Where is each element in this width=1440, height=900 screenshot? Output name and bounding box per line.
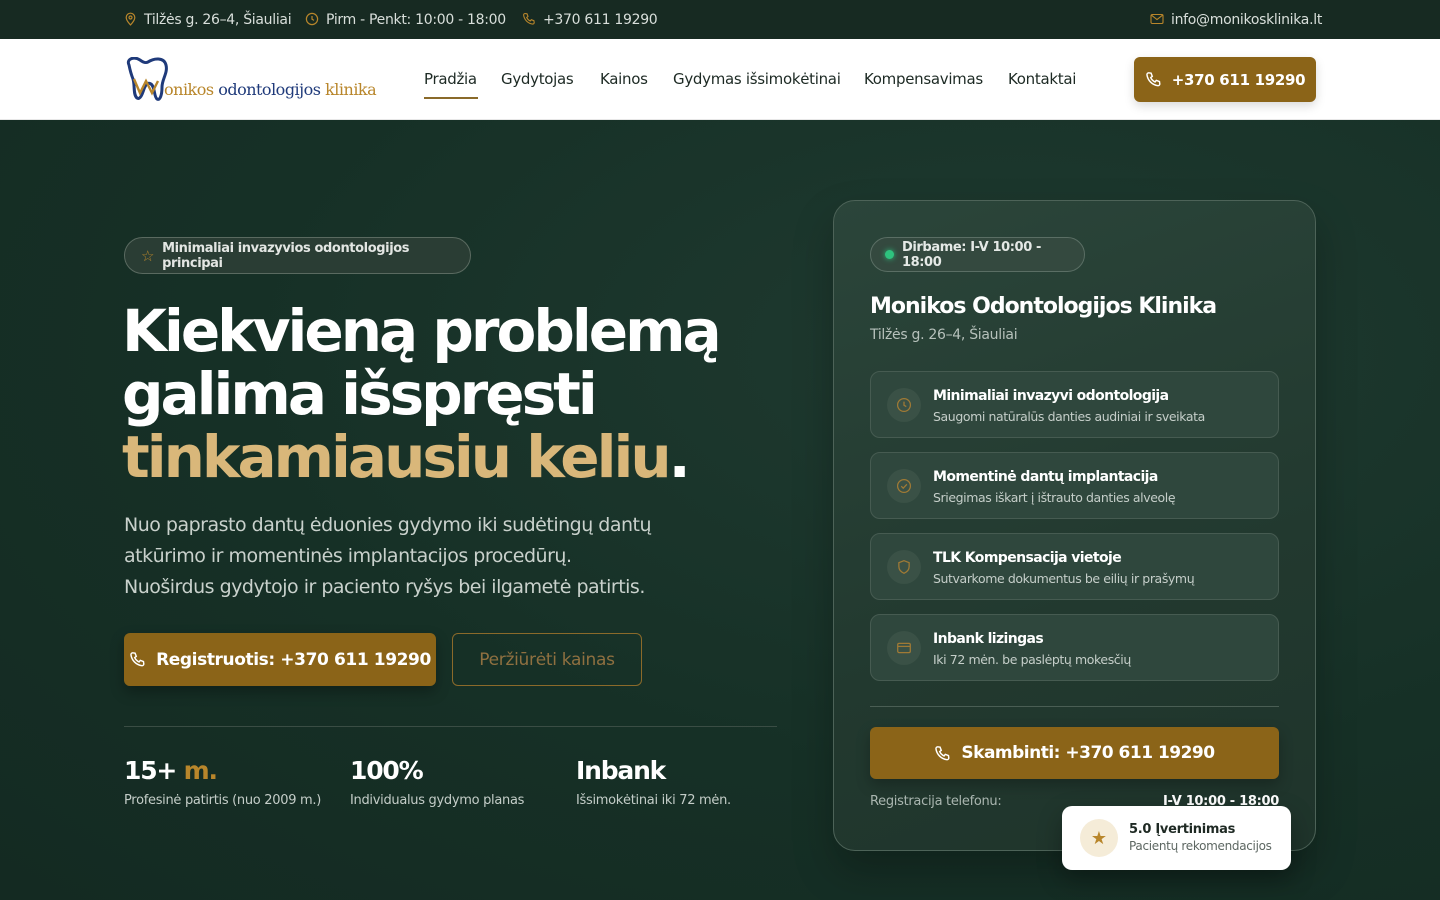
stat-label: Profesinė patirtis (nuo 2009 m.) — [124, 793, 321, 808]
phone-icon — [1145, 72, 1161, 87]
hero-title-dot: . — [668, 423, 691, 491]
feature-item: TLK Kompensacija vietoje Sutvarkome doku… — [870, 533, 1279, 600]
feature-item: Momentinė dantų implantacija Sriegimas i… — [870, 452, 1279, 519]
nav-call-label: +370 611 19290 — [1171, 70, 1306, 89]
feature-subtitle: Sutvarkome dokumentus be eilių ir prašym… — [933, 571, 1195, 586]
logo-text-part1: onikos — [164, 80, 214, 99]
hero-title-line1: Kiekvieną problemą — [122, 297, 722, 365]
topbar-address: Tilžės g. 26–4, Šiauliai — [124, 0, 292, 39]
nav-item-kompensavimas[interactable]: Kompensavimas — [864, 70, 983, 88]
feature-title: Minimaliai invazyvi odontologija — [933, 388, 1169, 404]
stat-value: 100% — [350, 756, 424, 785]
stat-experience: 15+ m. Profesinė patirtis (nuo 2009 m.) — [124, 756, 321, 808]
topbar-address-text: Tilžės g. 26–4, Šiauliai — [144, 11, 292, 28]
feature-item: Inbank lizingas Iki 72 mėn. be paslėptų … — [870, 614, 1279, 681]
registration-label: Registracija telefonu: — [870, 794, 1002, 809]
feature-title: Inbank lizingas — [933, 631, 1044, 647]
location-pin-icon — [124, 12, 137, 28]
feature-item: Minimaliai invazyvi odontologija Saugomi… — [870, 371, 1279, 438]
stat-unit: m. — [183, 756, 218, 785]
hero-badge: ☆ Minimaliai invazyvios odontologijos pr… — [124, 237, 471, 274]
phone-icon — [935, 745, 950, 760]
clinic-info-card: Dirbame: I-V 10:00 - 18:00 Monikos Odont… — [833, 200, 1316, 851]
hero-badge-text: Minimaliai invazyvios odontologijos prin… — [162, 240, 410, 271]
hero-title-highlight: tinkamiausiu keliu — [122, 423, 672, 491]
rating-title: 5.0 Įvertinimas — [1129, 822, 1236, 837]
logo-text-part2: odontologijos — [218, 80, 321, 99]
topbar-phone-text[interactable]: +370 611 19290 — [543, 12, 658, 28]
nav-item-kainos[interactable]: Kainos — [600, 70, 648, 88]
register-call-label: Registruotis: +370 611 19290 — [156, 649, 431, 670]
clinic-address: Tilžės g. 26–4, Šiauliai — [870, 327, 1018, 343]
mail-icon — [1150, 13, 1164, 27]
stats-divider — [124, 726, 777, 727]
logo-text: onikos odontologijos klinika — [164, 80, 377, 99]
stat-value: 15+ m. — [124, 756, 321, 785]
phone-icon — [522, 12, 536, 28]
top-info-bar: Tilžės g. 26–4, Šiauliai Pirm - Penkt: 1… — [0, 0, 1440, 39]
feature-subtitle: Sriegimas iškart į ištrauto danties alve… — [933, 490, 1176, 505]
topbar-email[interactable]: info@monikosklinika.lt — [1150, 0, 1322, 39]
hero-title-line3: tinkamiausiu keliu. — [122, 426, 719, 489]
nav-item-pradzia[interactable]: Pradžia — [424, 70, 477, 88]
active-nav-underline — [424, 97, 478, 99]
status-dot-icon — [885, 250, 894, 259]
card-divider — [870, 706, 1279, 707]
rating-subtitle: Pacientų rekomendacijos — [1129, 839, 1272, 853]
clinic-logo[interactable]: onikos odontologijos klinika — [124, 57, 377, 103]
clinic-name: Monikos Odontologijos Klinika — [870, 294, 1217, 319]
logo-text-part3: klinika — [325, 80, 377, 99]
card-icon — [887, 631, 921, 665]
hero-title-line2: galima išspręsti — [122, 360, 598, 428]
stat-label: Individualus gydymo planas — [350, 793, 525, 808]
stat-individual-plan: 100% Individualus gydymo planas — [350, 756, 524, 808]
star-icon: ★ — [1080, 819, 1118, 857]
working-hours-pill: Dirbame: I-V 10:00 - 18:00 — [870, 237, 1085, 272]
feature-subtitle: Iki 72 mėn. be paslėptų mokesčių — [933, 652, 1131, 667]
topbar-hours-text: Pirm - Penkt: 10:00 - 18:00 — [326, 11, 506, 28]
clock-icon — [887, 388, 921, 422]
stat-value: Inbank — [576, 756, 666, 785]
feature-title: TLK Kompensacija vietoje — [933, 550, 1122, 566]
hero-section: ☆ Minimaliai invazyvios odontologijos pr… — [0, 120, 1440, 900]
main-navigation: onikos odontologijos klinika Pradžia Gyd… — [0, 39, 1440, 120]
shield-icon — [887, 550, 921, 584]
nav-item-gydymas-issimoketinai[interactable]: Gydymas išsimokėtinai — [673, 70, 841, 88]
feature-title: Momentinė dantų implantacija — [933, 469, 1158, 485]
view-prices-button[interactable]: Peržiūrėti kainas — [452, 633, 642, 686]
call-button-label: Skambinti: +370 611 19290 — [961, 743, 1215, 763]
hero-title: Kiekvieną problemą galima išspręsti tink… — [122, 297, 722, 489]
rating-popup: ★ 5.0 Įvertinimas Pacientų rekomendacijo… — [1062, 806, 1291, 870]
star-outline-icon: ☆ — [141, 246, 155, 265]
stat-number: 15+ — [124, 756, 177, 785]
nav-item-gydytojas[interactable]: Gydytojas — [501, 70, 574, 88]
feature-subtitle: Saugomi natūralūs danties audiniai ir sv… — [933, 409, 1205, 424]
topbar-email-text[interactable]: info@monikosklinika.lt — [1171, 12, 1322, 28]
topbar-phone[interactable]: +370 611 19290 — [522, 0, 658, 39]
stat-label: Išsimokėtinai iki 72 mėn. — [576, 793, 731, 808]
stat-inbank: Inbank Išsimokėtinai iki 72 mėn. — [576, 756, 731, 808]
check-circle-icon — [887, 469, 921, 503]
register-call-button[interactable]: Registruotis: +370 611 19290 — [124, 633, 436, 686]
nav-item-kontaktai[interactable]: Kontaktai — [1008, 70, 1076, 88]
phone-icon — [130, 652, 145, 667]
nav-call-button[interactable]: +370 611 19290 — [1134, 57, 1316, 102]
topbar-hours: Pirm - Penkt: 10:00 - 18:00 — [305, 0, 506, 39]
call-button[interactable]: Skambinti: +370 611 19290 — [870, 727, 1279, 779]
working-hours-text: Dirbame: I-V 10:00 - 18:00 — [901, 239, 1041, 270]
clock-icon — [305, 12, 319, 28]
hero-lead-text: Nuo paprasto dantų ėduonies gydymo iki s… — [124, 514, 652, 598]
